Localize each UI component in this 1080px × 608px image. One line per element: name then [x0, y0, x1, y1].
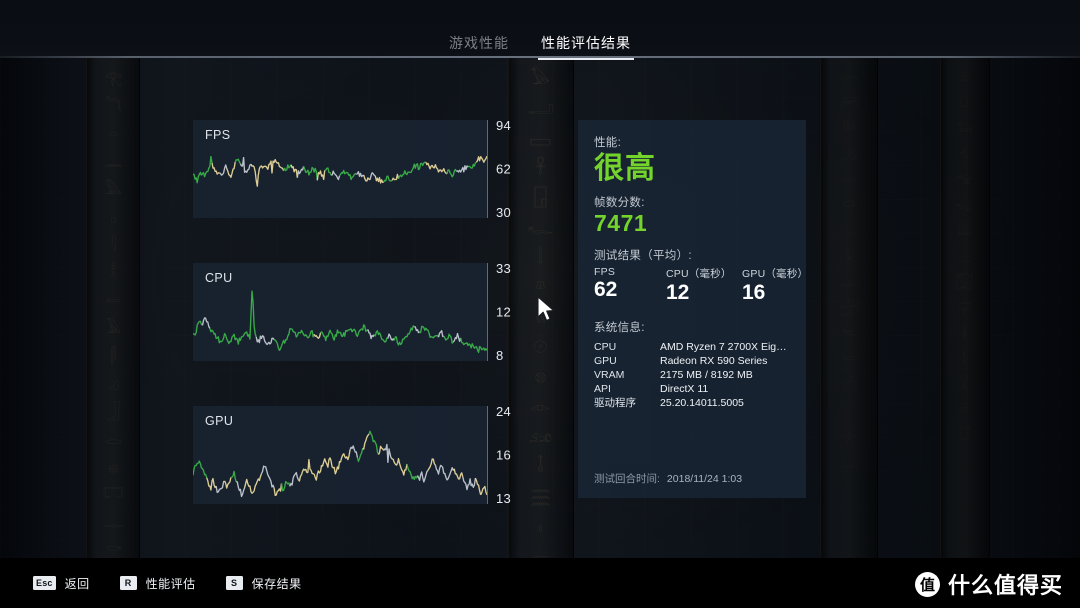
metric-gpu: GPU（毫秒） 16: [742, 266, 804, 305]
key-hints: Esc 返回 R 性能评估 S 保存结果: [0, 575, 302, 592]
axis-line: [487, 263, 488, 361]
hint-back-label: 返回: [65, 575, 90, 592]
chart-fps-axis: 94 62 30: [487, 120, 529, 218]
hieroglyph-column-1: 𓂀𓆓𓏏𓈖𓅓𓊪𓇋𓎛 𓍿𓄿𓋴𓈎𓃀𓂋𓐍𓉐 𓊃𓎡: [92, 57, 136, 608]
metrics-row: FPS 62 CPU（毫秒） 12 GPU（毫秒） 16: [594, 266, 790, 305]
axis-tick-low: 30: [496, 205, 511, 220]
chart-fps: FPS: [193, 120, 487, 218]
chart-gpu-canvas: [193, 406, 487, 504]
hieroglyph-column-far-right: 𓁶𓂓𓃒𓄀𓅠𓆌𓇏𓈀 𓉡𓊡𓋀𓌀𓍰𓎠𓏀: [944, 57, 986, 608]
chart-cpu-canvas: [193, 263, 487, 361]
hint-run-benchmark-label: 性能评估: [146, 575, 196, 592]
chart-gpu: GPU: [193, 406, 487, 504]
run-time-value: 2018/11/24 1:03: [667, 473, 742, 485]
system-info-key: API: [594, 382, 660, 396]
hint-back[interactable]: Esc 返回: [33, 575, 90, 592]
system-info-value: DirectX 11: [660, 382, 708, 396]
top-bar: 游戏性能 性能评估结果: [0, 0, 1080, 58]
system-info-value: 2175 MB / 8192 MB: [660, 368, 753, 382]
system-info-key: CPU: [594, 340, 660, 354]
system-info-value: 25.20.14011.5005: [660, 396, 744, 410]
metric-gpu-value: 16: [742, 281, 804, 305]
chart-gpu-axis: 24 16 13: [487, 406, 529, 504]
chart-fps-label: FPS: [205, 128, 231, 142]
metric-fps-value: 62: [594, 278, 652, 302]
system-info-key: 驱动程序: [594, 396, 660, 410]
metric-fps: FPS 62: [594, 266, 652, 305]
watermark-text: 什么值得买: [948, 568, 1063, 600]
chart-cpu-label: CPU: [205, 271, 233, 285]
results-panel: 性能: 很高 帧数分数: 7471 测试结果（平均）: FPS 62 CPU（毫…: [578, 120, 806, 498]
system-info-row-gpu: GPU Radeon RX 590 Series: [594, 354, 790, 368]
chart-gpu-label: GPU: [205, 414, 233, 428]
axis-tick-high: 33: [496, 261, 511, 276]
run-time-label: 测试回合时间:: [594, 471, 660, 486]
system-info-list: CPU AMD Ryzen 7 2700X Eight-Core Pro... …: [594, 340, 790, 410]
system-info-key: VRAM: [594, 368, 660, 382]
metric-cpu: CPU（毫秒） 12: [666, 266, 728, 305]
run-time-footer: 测试回合时间: 2018/11/24 1:03: [594, 471, 742, 486]
system-info-value: AMD Ryzen 7 2700X Eight-Core Pro...: [660, 340, 790, 354]
performance-verdict: 很高: [594, 152, 790, 185]
chart-fps-canvas: [193, 120, 487, 218]
axis-tick-high: 24: [496, 404, 511, 419]
axis-line: [487, 120, 488, 218]
key-s-icon: S: [226, 576, 243, 590]
system-info-key: GPU: [594, 354, 660, 368]
hint-save-results[interactable]: S 保存结果: [226, 575, 302, 592]
system-info-row-driver: 驱动程序 25.20.14011.5005: [594, 396, 790, 410]
system-info-title: 系统信息:: [594, 319, 790, 335]
hint-save-results-label: 保存结果: [252, 575, 302, 592]
axis-tick-low: 13: [496, 491, 511, 506]
axis-tick-mid: 12: [496, 305, 511, 320]
smzdm-logo-icon: 值: [915, 572, 940, 597]
chart-cpu-axis: 33 12 8: [487, 263, 529, 361]
topbar-separator: [0, 56, 1080, 58]
metric-cpu-name: CPU（毫秒）: [666, 266, 728, 281]
system-info-row-api: API DirectX 11: [594, 382, 790, 396]
axis-tick-mid: 62: [496, 162, 511, 177]
metric-gpu-name: GPU（毫秒）: [742, 266, 804, 281]
watermark: 值 什么值得买: [915, 568, 1063, 600]
performance-label: 性能:: [594, 134, 790, 150]
system-info-row-vram: VRAM 2175 MB / 8192 MB: [594, 368, 790, 382]
axis-line: [487, 406, 488, 504]
axis-tick-high: 94: [496, 118, 511, 133]
axis-tick-mid: 16: [496, 448, 511, 463]
bottom-bar: Esc 返回 R 性能评估 S 保存结果 值 什么值得买: [0, 558, 1080, 608]
score-value: 7471: [594, 210, 790, 236]
metric-cpu-value: 12: [666, 281, 728, 305]
system-info-value: Radeon RX 590 Series: [660, 354, 767, 368]
key-r-icon: R: [120, 576, 137, 590]
chart-cpu: CPU: [193, 263, 487, 361]
results-title: 测试结果（平均）:: [594, 247, 790, 263]
key-esc-icon: Esc: [33, 576, 56, 590]
hint-run-benchmark[interactable]: R 性能评估: [120, 575, 196, 592]
mouse-cursor: [536, 296, 558, 324]
tab-game-performance[interactable]: 游戏性能: [446, 33, 512, 58]
metric-fps-name: FPS: [594, 266, 652, 278]
axis-tick-low: 8: [496, 348, 504, 363]
hieroglyph-column-right: 𓇯𓋞𓆙𓂻𓏛𓍷𓈒𓅱 𓊵 𓃁 𓌻 𓎟 𓐠𓑀 𓇼 𓈋: [826, 57, 874, 608]
system-info-row-cpu: CPU AMD Ryzen 7 2700X Eight-Core Pro...: [594, 340, 790, 354]
score-label: 帧数分数:: [594, 194, 790, 210]
